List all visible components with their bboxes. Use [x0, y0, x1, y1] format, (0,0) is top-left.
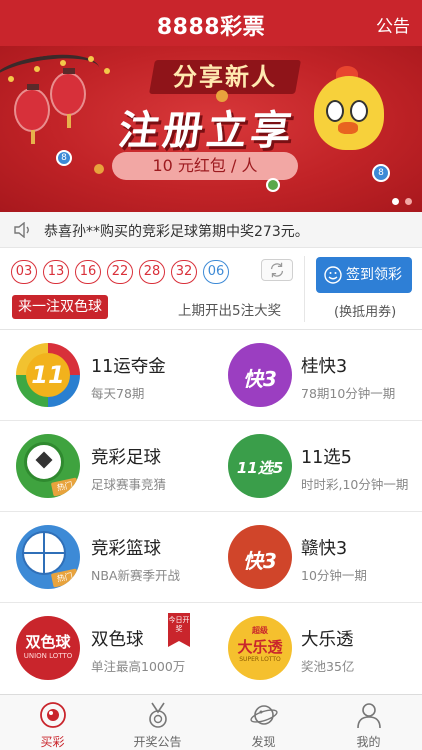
- banner-line2: 注册立享: [115, 108, 299, 154]
- game-desc: 78期10分钟一期: [301, 386, 396, 401]
- app-title: 8888彩票: [156, 15, 266, 40]
- game-name: 双色球: [91, 630, 144, 650]
- game-desc: 10分钟一期: [301, 568, 367, 583]
- blue-ball: 06: [203, 260, 229, 284]
- ticker-text: 恭喜孙**购买的竞彩足球第期中奖273元。: [44, 224, 309, 240]
- gankuai3-logo-icon: 快3: [228, 525, 292, 589]
- game-11yunduojin[interactable]: 11 11运夺金 每天78期: [0, 330, 211, 421]
- coin-decoration: [216, 90, 228, 102]
- shuangseqiu-logo-icon: 双色球 UNION LOTTO: [16, 616, 80, 680]
- medal-icon: [149, 702, 167, 728]
- game-desc: 每天78期: [91, 386, 145, 401]
- coin-decoration: [94, 164, 104, 174]
- lotto-ball-decoration: [266, 178, 280, 192]
- sign-in-note: (换抵用券): [334, 305, 397, 320]
- blossom-decoration: [34, 66, 40, 72]
- lotto-ball-decoration: 8: [56, 150, 72, 166]
- win-ticker[interactable]: 恭喜孙**购买的竞彩足球第期中奖273元。: [0, 212, 422, 248]
- divider: [304, 256, 305, 322]
- game-desc: 时时彩,10分钟一期: [301, 477, 409, 492]
- pager-dot-active: [392, 198, 399, 205]
- quick-pick-panel: 03 13 16 22 28 32 06 来一注双色球 上期开出5注大奖 签到领…: [0, 248, 422, 330]
- tab-label: 发现: [251, 735, 276, 749]
- tab-label: 我的: [356, 735, 381, 749]
- game-daletou[interactable]: 超级 大乐透 SUPER LOTTO 大乐透 奖池35亿: [211, 603, 422, 694]
- game-guikuai3[interactable]: 快3 桂快3 78期10分钟一期: [211, 330, 422, 421]
- blossom-decoration: [88, 56, 94, 62]
- pager-dot: [405, 198, 412, 205]
- tab-discover[interactable]: 发现: [211, 695, 316, 750]
- red-ball: 16: [75, 260, 101, 284]
- bottom-tab-bar: 买彩 开奖公告 发现 我的: [0, 694, 422, 750]
- game-desc: 奖池35亿: [301, 659, 355, 674]
- game-name: 竞彩篮球: [91, 539, 161, 559]
- guikuai3-logo-icon: 快3: [228, 343, 292, 407]
- game-name: 11运夺金: [91, 357, 166, 377]
- basketball-logo-icon: 热门: [16, 525, 80, 589]
- game-shuangseqiu[interactable]: 双色球 UNION LOTTO 双色球 单注最高1000万 今日开奖: [0, 603, 211, 694]
- lotto-ball-decoration: 8: [372, 164, 390, 182]
- red-ball: 13: [43, 260, 69, 284]
- quick-pick-button[interactable]: 来一注双色球: [12, 295, 108, 319]
- game-name: 11选5: [301, 448, 352, 468]
- red-ball: 28: [139, 260, 165, 284]
- user-icon: [357, 703, 381, 729]
- red-ball: 03: [11, 260, 37, 284]
- banner-line1: 分享新人: [149, 60, 301, 94]
- speaker-icon: [14, 222, 29, 238]
- blossom-decoration: [8, 76, 14, 82]
- game-jingcai-basketball[interactable]: 热门 竞彩篮球 NBA新赛季开战: [0, 512, 211, 603]
- tab-mine[interactable]: 我的: [316, 695, 421, 750]
- game-name: 赣快3: [301, 539, 348, 559]
- game-desc: 足球赛事竞猜: [91, 477, 167, 492]
- sign-in-button[interactable]: 签到领彩豆: [316, 257, 412, 319]
- daletou-logo-icon: 超级 大乐透 SUPER LOTTO: [228, 616, 292, 680]
- game-grid: 11 11运夺金 每天78期 快3 桂快3 78期10分钟一期 热门 竞彩足球 …: [0, 330, 422, 694]
- lantern-icon: [50, 68, 86, 128]
- planet-icon: [250, 705, 278, 725]
- blossom-decoration: [104, 68, 110, 74]
- tab-draw-results[interactable]: 开奖公告: [105, 695, 210, 750]
- game-name: 桂快3: [301, 357, 348, 377]
- refresh-icon[interactable]: [261, 259, 293, 281]
- red-ball: 22: [107, 260, 133, 284]
- tab-buy[interactable]: 买彩: [0, 695, 105, 750]
- football-logo-icon: 热门: [16, 434, 80, 498]
- app-screen: 8888彩票 公告 分享新人 注册立享 10 元红包 / 人 8 8 恭喜孙**…: [0, 0, 422, 750]
- lottery-ball-icon: [40, 702, 66, 728]
- last-draw-info: 上期开出5注大奖: [178, 303, 282, 319]
- blossom-decoration: [60, 60, 66, 66]
- notice-button[interactable]: 公告: [376, 12, 410, 37]
- game-desc: 单注最高1000万: [91, 659, 186, 674]
- game-gankuai3[interactable]: 快3 赣快3 10分钟一期: [211, 512, 422, 603]
- game-name: 竞彩足球: [91, 448, 161, 468]
- tab-label: 开奖公告: [133, 735, 182, 749]
- game-name: 大乐透: [301, 630, 354, 650]
- game-11xuan5[interactable]: 11选5 11选5 时时彩,10分钟一期: [211, 421, 422, 512]
- promo-banner[interactable]: 分享新人 注册立享 10 元红包 / 人 8 8: [0, 46, 422, 212]
- 11xuan5-logo-icon: 11选5: [228, 434, 292, 498]
- game-jingcai-football[interactable]: 热门 竞彩足球 足球赛事竞猜: [0, 421, 211, 512]
- smile-icon: [324, 266, 342, 284]
- hot-badge: 热门: [50, 477, 80, 497]
- top-bar: 8888彩票 公告: [0, 0, 422, 46]
- chick-mascot-icon: [308, 66, 390, 166]
- tab-label: 买彩: [40, 735, 65, 749]
- banner-pager: [386, 190, 412, 209]
- today-draw-tag: 今日开奖: [168, 613, 190, 647]
- lantern-icon: [14, 84, 50, 144]
- banner-reward: 10 元红包 / 人: [112, 152, 298, 180]
- red-ball: 32: [171, 260, 197, 284]
- game-desc: NBA新赛季开战: [91, 568, 180, 583]
- 11yunduojin-logo-icon: 11: [16, 343, 80, 407]
